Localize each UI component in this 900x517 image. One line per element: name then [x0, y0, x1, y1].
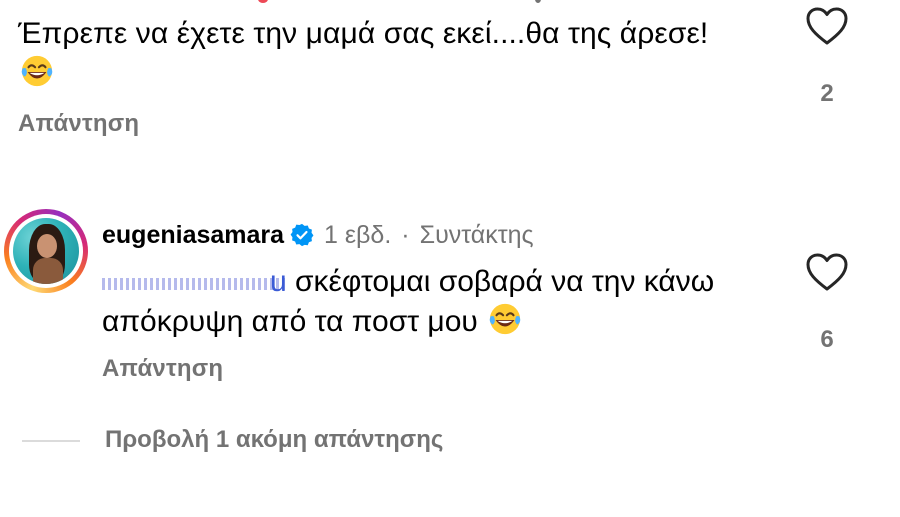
- comment-1-body: Έπρεπε να έχετε την μαμά σας εκεί....θα …: [18, 17, 709, 50]
- avatar-photo: [13, 218, 79, 284]
- comment-1-like-group: 2: [797, 6, 857, 108]
- reply-button[interactable]: Απάντηση: [102, 355, 223, 383]
- meta-separator: ·: [401, 221, 410, 249]
- author-role-label: Συντάκτης: [419, 221, 534, 249]
- verified-badge-icon: [290, 223, 314, 247]
- face-with-tears-of-joy-emoji: [489, 303, 521, 335]
- reply-button[interactable]: Απάντηση: [18, 110, 139, 138]
- like-count: 6: [820, 326, 834, 353]
- comment-time: 1 εβδ.: [324, 221, 392, 249]
- username[interactable]: eugeniasamara: [102, 221, 284, 249]
- comment-1-text: Έπρεπε να έχετε την μαμά σας εκεί....θα …: [18, 14, 718, 94]
- comment-2-text: u σκέφτομαι σοβαρά να την κάνω απόκρυψη …: [102, 262, 742, 342]
- replies-divider-line: [22, 440, 80, 442]
- mention-visible-tail: u: [270, 265, 287, 298]
- previous-row-remnant: [0, 0, 900, 4]
- heart-icon[interactable]: [805, 252, 849, 292]
- mention-link[interactable]: u: [102, 265, 287, 298]
- comment-2-header: eugeniasamara 1 εβδ. · Συντάκτης: [102, 218, 534, 252]
- face-with-tears-of-joy-emoji: [21, 55, 53, 87]
- comment-2-like-group: 6: [797, 252, 857, 354]
- heart-icon[interactable]: [805, 6, 849, 46]
- view-more-replies-button[interactable]: Προβολή 1 ακόμη απάντησης: [105, 426, 443, 454]
- remnant-mark: [535, 0, 541, 3]
- avatar[interactable]: [4, 209, 88, 293]
- like-count: 2: [820, 80, 834, 107]
- remnant-mark: [258, 0, 268, 3]
